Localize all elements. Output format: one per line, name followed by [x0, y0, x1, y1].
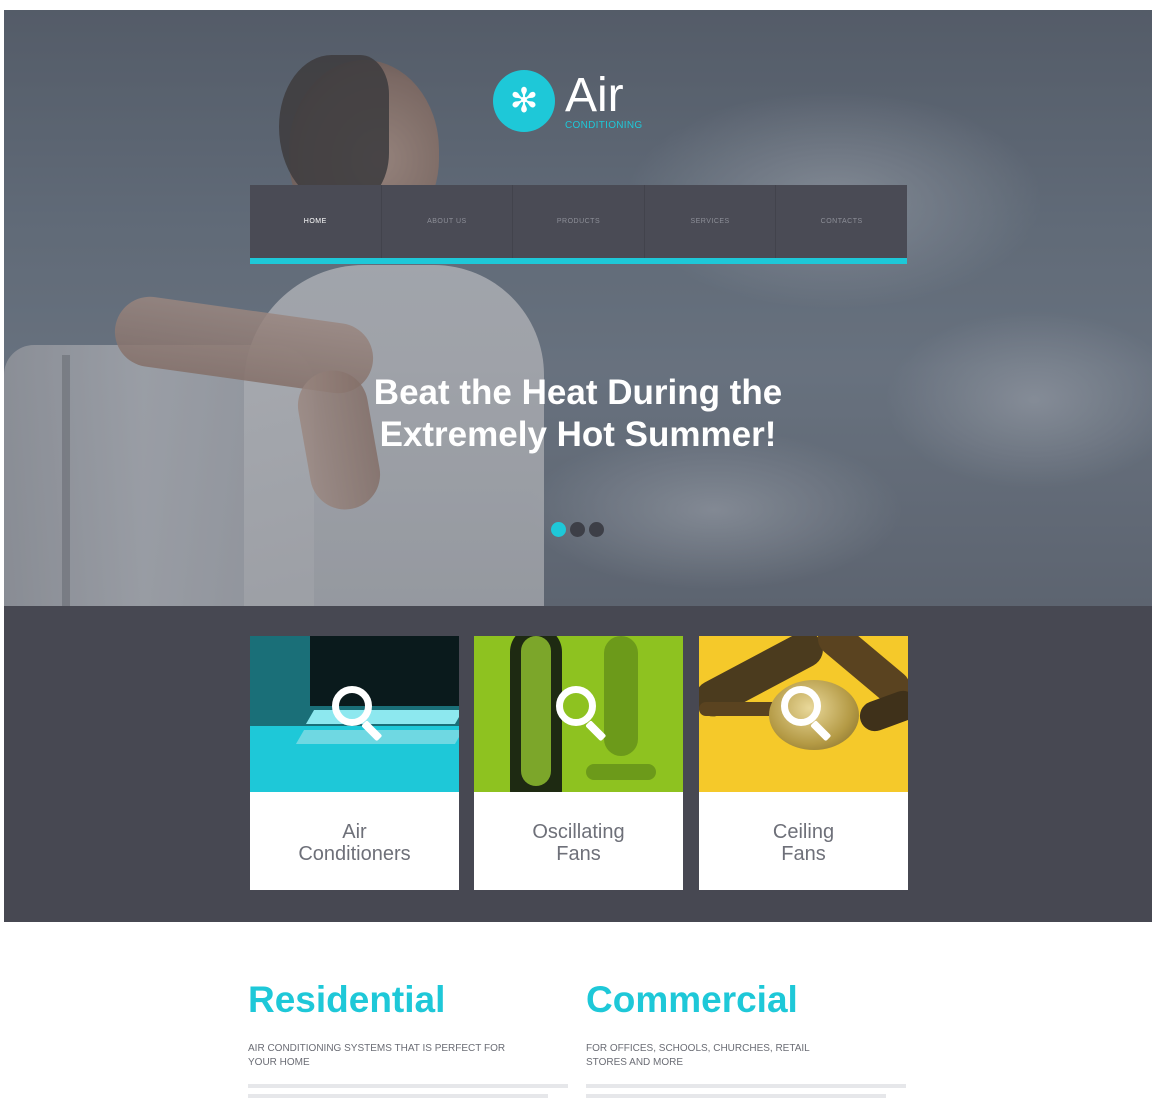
hero-headline: Beat the Heat During the Extremely Hot S… [300, 372, 856, 456]
service-text-placeholder [586, 1094, 886, 1098]
service-residential: Residential AIR CONDITIONING SYSTEMS THA… [248, 978, 578, 1098]
nav-item-home[interactable]: HOME [250, 185, 382, 258]
main-nav: HOME ABOUT US PRODUCTS SERVICES CONTACTS [250, 185, 907, 264]
slider-dot-3[interactable] [589, 522, 604, 537]
product-card-label: Ceiling Fans [699, 792, 908, 890]
product-image-air-conditioner [250, 636, 459, 792]
logo-word: Air [565, 69, 624, 122]
site-logo[interactable]: ✻ Air CONDITIONING [493, 70, 643, 132]
slider-dot-1[interactable] [551, 522, 566, 537]
hero-headline-line: Beat the Heat During the [373, 373, 783, 412]
snowflake-icon: ✻ [493, 70, 555, 132]
service-title[interactable]: Residential [248, 978, 578, 1022]
product-label-line: Ceiling [772, 821, 835, 843]
product-label-line: Fans [556, 843, 601, 865]
product-label-line: Conditioners [298, 843, 411, 865]
nav-item-products[interactable]: PRODUCTS [513, 185, 645, 258]
services-section: Residential AIR CONDITIONING SYSTEMS THA… [0, 922, 1152, 1106]
magnifier-icon [556, 686, 610, 742]
nav-item-about-us[interactable]: ABOUT US [382, 185, 514, 258]
products-section: Air Conditioners Oscillating Fans Ceiling F… [4, 606, 1152, 922]
product-image-ceiling-fan [699, 636, 908, 792]
product-label-line: Air [342, 821, 367, 843]
nav-item-contacts[interactable]: CONTACTS [776, 185, 907, 258]
product-card-air-conditioners[interactable]: Air Conditioners [250, 636, 459, 890]
product-label-line: Fans [781, 843, 826, 865]
slider-dot-2[interactable] [570, 522, 585, 537]
product-image-oscillating-fan [474, 636, 683, 792]
service-title[interactable]: Commercial [586, 978, 916, 1022]
service-text-placeholder [586, 1084, 906, 1088]
logo-tagline: CONDITIONING [565, 120, 643, 131]
hero-headline-line: Extremely Hot Summer! [379, 415, 777, 454]
slider-pagination [551, 522, 604, 537]
product-card-label: Oscillating Fans [474, 792, 683, 890]
product-card-ceiling-fans[interactable]: Ceiling Fans [699, 636, 908, 890]
nav-item-services[interactable]: SERVICES [645, 185, 777, 258]
product-card-oscillating-fans[interactable]: Oscillating Fans [474, 636, 683, 890]
product-label-line: Oscillating [532, 821, 625, 843]
service-commercial: Commercial FOR OFFICES, SCHOOLS, CHURCHE… [586, 978, 916, 1098]
magnifier-icon [781, 686, 835, 742]
logo-text: Air CONDITIONING [565, 69, 643, 132]
service-text-placeholder [248, 1084, 568, 1088]
service-subtitle: FOR OFFICES, SCHOOLS, CHURCHES, RETAIL S… [586, 1043, 810, 1068]
magnifier-icon [332, 686, 386, 742]
service-text-placeholder [248, 1094, 548, 1098]
service-subtitle: AIR CONDITIONING SYSTEMS THAT IS PERFECT… [248, 1043, 506, 1068]
product-card-label: Air Conditioners [250, 792, 459, 890]
